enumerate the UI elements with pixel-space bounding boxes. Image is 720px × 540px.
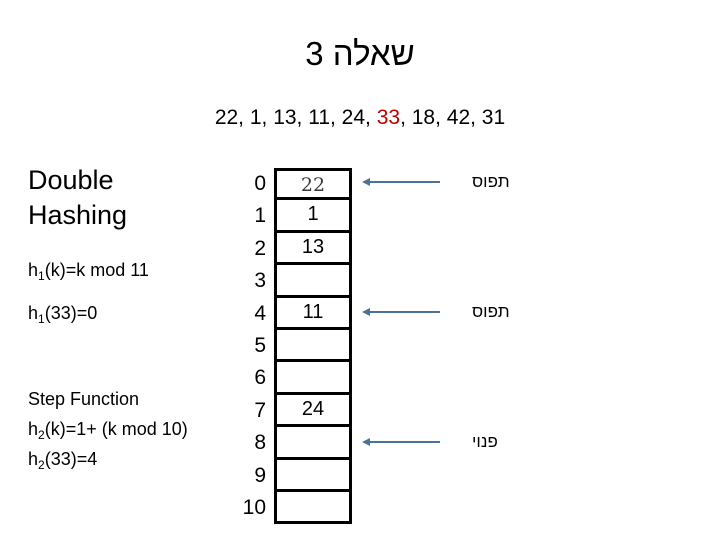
key-sequence-suffix: , 18, 42, 31	[400, 106, 506, 129]
h2-value-subscript: 2	[38, 458, 45, 472]
annotation-occupied-slot-4: תפוס	[362, 302, 510, 322]
row-index: 10	[242, 495, 266, 519]
h1-value: h1(33)=0	[28, 302, 260, 326]
annotation-free-slot-8: פנוי	[362, 432, 498, 452]
h1-definition-base: h	[28, 260, 39, 280]
explanation-column: Double Hashing h1(k)=k mod 11 h1(33)=0 S…	[28, 163, 260, 472]
row-value: 22	[274, 168, 352, 201]
page-title: שאלה 3	[305, 35, 415, 72]
slide-canvas: שאלה 3 22, 1, 13, 11, 24, 33, 18, 42, 31…	[0, 0, 720, 540]
h2-definition-subscript: 2	[38, 428, 45, 442]
annotation-occupied-slot-0: תפוס	[362, 172, 510, 192]
table-row: 5	[232, 329, 352, 363]
row-index: 8	[254, 431, 266, 455]
row-index: 0	[254, 172, 266, 195]
row-index: 4	[254, 301, 266, 325]
table-row: 9	[232, 459, 352, 492]
key-sequence: 22, 1, 13, 11, 24, 33, 18, 42, 31	[0, 105, 720, 131]
double-hashing-heading-line2: Hashing	[28, 200, 128, 230]
h1-value-body: (33)=0	[44, 303, 98, 323]
row-value	[274, 491, 352, 525]
row-index: 7	[254, 398, 266, 422]
row-value	[274, 459, 352, 492]
row-value: 11	[274, 297, 352, 330]
row-index: 9	[254, 463, 266, 487]
row-value	[274, 362, 352, 395]
h2-definition-body: (k)=1+ (k mod 10)	[44, 419, 188, 439]
key-sequence-prefix: 22, 1, 13, 11, 24,	[214, 106, 377, 129]
row-value: 24	[274, 394, 352, 428]
annotation-label: תפוס	[472, 172, 510, 191]
row-value: 13	[274, 232, 352, 266]
table-row: 3	[232, 265, 352, 298]
left-arrow-icon	[362, 307, 440, 317]
row-value	[274, 265, 352, 298]
table-row: 4 11	[232, 297, 352, 330]
h2-value: h2(33)=4	[28, 448, 260, 472]
table-row: 8	[232, 427, 352, 460]
h1-value-base: h	[28, 303, 39, 323]
row-value	[274, 427, 352, 460]
hash-table: 0 22 1 1 2 13 3 4 11 5 6 7 24 8 9 10	[232, 168, 352, 525]
table-row: 1 1	[232, 200, 352, 233]
row-index: 3	[254, 269, 266, 293]
h2-definition-base: h	[28, 419, 39, 439]
table-row: 6	[232, 362, 352, 395]
annotation-label: פנוי	[472, 432, 498, 451]
row-index: 2	[254, 236, 266, 260]
h2-definition: h2(k)=1+ (k mod 10)	[28, 418, 260, 442]
key-sequence-highlight: 33	[376, 106, 401, 129]
row-value: 1	[274, 200, 352, 233]
row-index: 6	[254, 366, 266, 390]
step-function-title: Step Function	[28, 389, 140, 409]
left-arrow-icon	[362, 437, 440, 447]
h1-definition-body: (k)=k mod 11	[44, 260, 149, 280]
table-row: 10	[232, 491, 352, 525]
h1-value-subscript: 1	[38, 312, 45, 326]
h2-value-body: (33)=4	[44, 449, 98, 469]
table-row: 2 13	[232, 232, 352, 266]
row-index: 5	[254, 333, 266, 357]
h1-definition-subscript: 1	[38, 269, 45, 283]
row-index: 1	[254, 204, 266, 228]
table-row: 0 22	[232, 168, 352, 201]
annotation-label: תפוס	[472, 302, 510, 321]
h2-value-base: h	[28, 449, 39, 469]
left-arrow-icon	[362, 177, 440, 187]
h1-definition: h1(k)=k mod 11	[28, 259, 260, 283]
double-hashing-heading-line1: Double	[28, 165, 114, 195]
table-row: 7 24	[232, 394, 352, 428]
row-value	[274, 329, 352, 363]
